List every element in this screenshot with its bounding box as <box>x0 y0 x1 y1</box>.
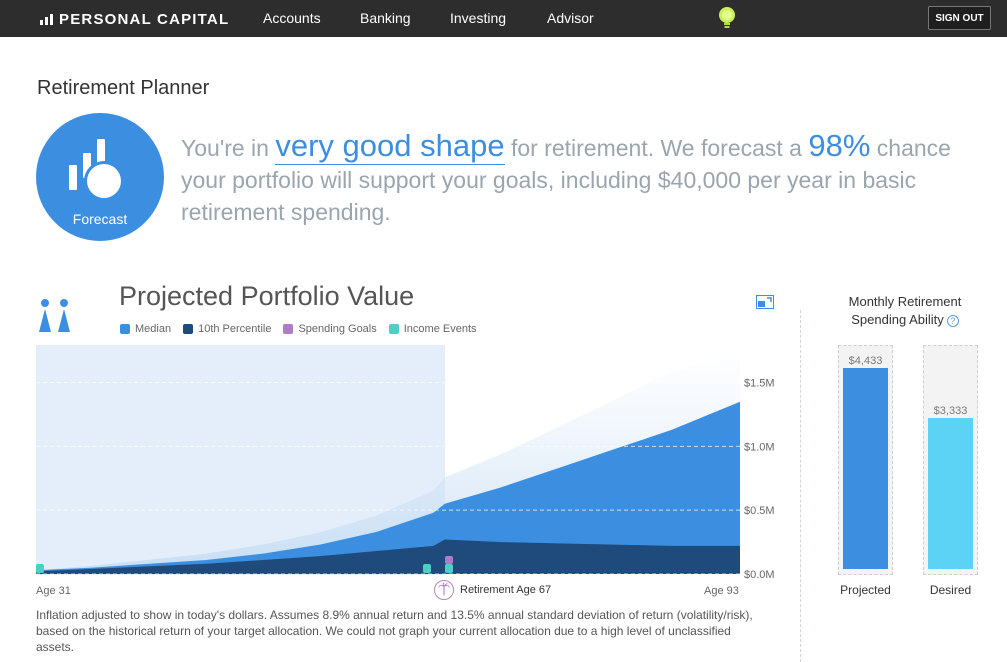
nav-investing[interactable]: Investing <box>450 10 506 26</box>
brand-logo[interactable]: PERSONAL CAPITAL <box>40 9 229 29</box>
legend-swatch <box>388 324 399 334</box>
desired-value: $3,333 <box>933 405 968 417</box>
chart-title: Projected Portfolio Value <box>119 281 415 311</box>
spending-ability-title: Monthly Retirement Spending Ability? <box>830 293 980 329</box>
y-tick-label: $0.0M <box>744 569 775 580</box>
y-tick-label: $1.5M <box>744 378 775 390</box>
legend-item[interactable]: Median <box>120 323 171 335</box>
legend-item[interactable]: Spending Goals <box>283 323 377 335</box>
legend-swatch <box>120 324 130 334</box>
income-event-marker <box>423 564 431 573</box>
top-navigation-bar: PERSONAL CAPITAL Accounts Banking Invest… <box>0 0 1007 37</box>
projected-caption: Projected <box>840 583 891 597</box>
legend-item[interactable]: Income Events <box>388 323 477 335</box>
desired-bar[interactable] <box>928 418 973 569</box>
lightbulb-icon[interactable] <box>717 5 737 31</box>
page-title: Retirement Planner <box>37 77 210 99</box>
nav-accounts[interactable]: Accounts <box>263 10 321 26</box>
income-event-marker <box>445 564 453 573</box>
chart-expand-icon[interactable] <box>756 295 774 309</box>
spending-goal-marker <box>445 556 453 564</box>
projected-bar-track: $4,433 <box>838 345 893 575</box>
bar-chart-logo-icon <box>40 13 53 25</box>
age-end-label: Age 93 <box>704 585 739 597</box>
forecast-label: Forecast <box>72 211 128 227</box>
portfolio-chart[interactable]: $0.0M $0.5M $1.0M $1.5M <box>36 345 796 580</box>
legend-swatch <box>283 324 294 334</box>
projected-value: $4,433 <box>848 355 883 367</box>
summary-text-2: for retirement. We forecast a <box>504 135 809 161</box>
people-icon[interactable] <box>37 298 73 334</box>
brand-name: PERSONAL CAPITAL <box>59 10 230 28</box>
nav-banking[interactable]: Banking <box>360 10 411 26</box>
income-event-marker <box>36 564 44 573</box>
section-divider <box>800 310 801 662</box>
y-tick-label: $1.0M <box>744 441 775 453</box>
shape-rating: very good shape <box>275 128 505 165</box>
summary-text-1: You're in <box>181 135 276 161</box>
retirement-summary: You're in very good shape for retirement… <box>181 128 991 228</box>
palm-tree-icon <box>434 580 454 600</box>
chart-footnote: Inflation adjusted to show in today's do… <box>36 608 753 654</box>
legend-label: Income Events <box>403 323 477 335</box>
retirement-age-marker[interactable]: Retirement Age 67 <box>434 580 551 600</box>
success-percent: 98% <box>808 128 871 163</box>
chart-legend: Median 10th Percentile Spending Goals Incom… <box>120 323 489 335</box>
desired-caption: Desired <box>929 583 972 597</box>
forecast-bars-icon <box>69 139 124 201</box>
forecast-badge[interactable]: Forecast <box>36 113 164 241</box>
legend-item[interactable]: 10th Percentile <box>183 323 271 335</box>
spending-ability-title-text: Monthly Retirement Spending Ability <box>848 294 962 327</box>
nav-advisor[interactable]: Advisor <box>547 10 594 26</box>
legend-label: Median <box>135 323 172 335</box>
projected-bar[interactable] <box>843 368 888 569</box>
y-tick-label: $0.5M <box>744 505 775 517</box>
retirement-age-label: Retirement Age 67 <box>460 584 552 596</box>
legend-swatch <box>183 324 194 334</box>
desired-bar-track: $3,333 <box>923 345 978 575</box>
legend-label: 10th Percentile <box>198 323 272 335</box>
legend-label: Spending Goals <box>298 323 377 335</box>
help-icon[interactable]: ? <box>946 314 959 327</box>
sign-out-button[interactable]: SIGN OUT <box>928 6 991 30</box>
age-start-label: Age 31 <box>36 585 71 597</box>
